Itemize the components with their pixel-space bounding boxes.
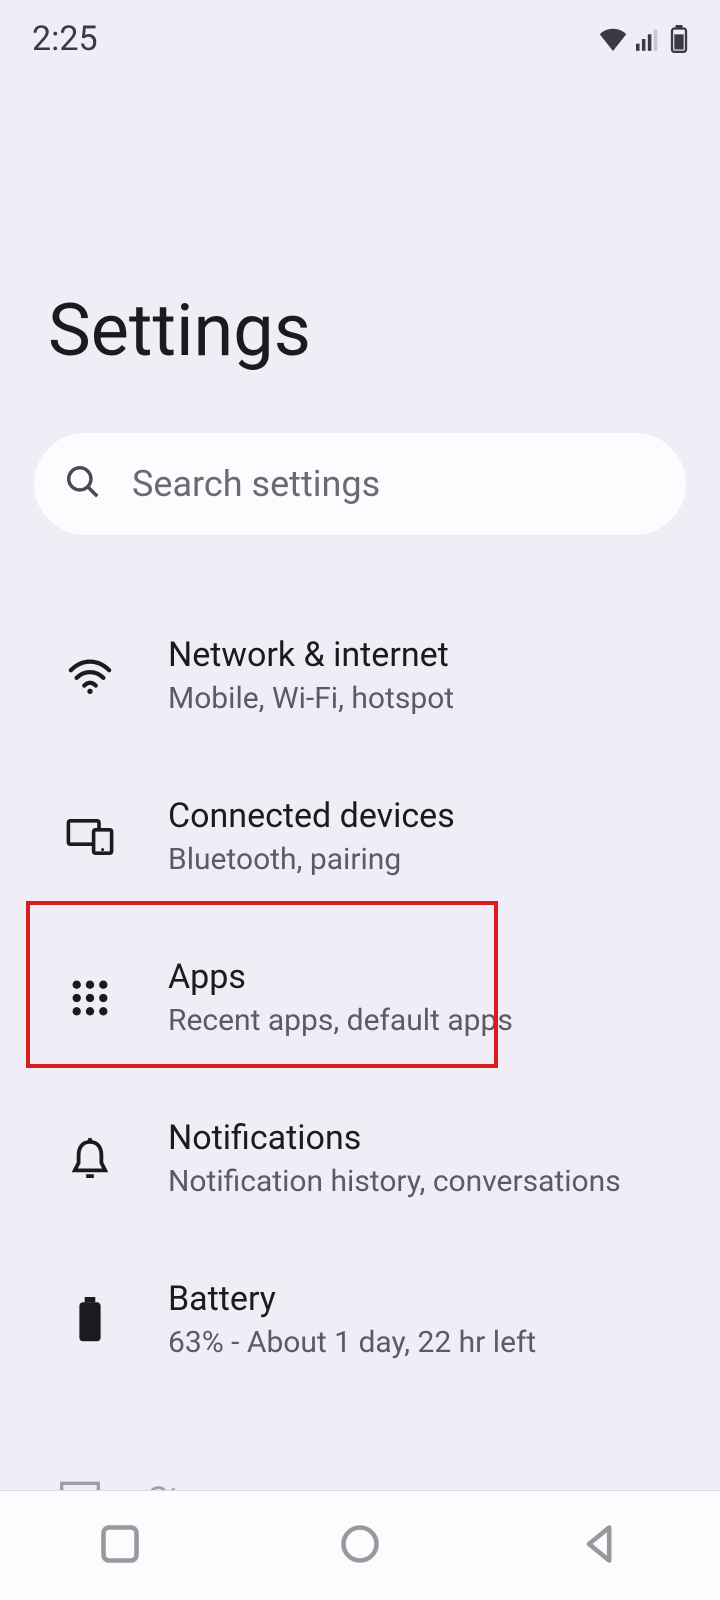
status-indicators [598,25,688,53]
wifi-icon [598,27,628,51]
item-title: Notifications [168,1118,684,1158]
search-settings[interactable]: Search settings [34,433,686,535]
home-button[interactable] [338,1522,382,1570]
recents-button[interactable] [98,1522,142,1570]
battery-icon [60,1297,120,1343]
item-subtitle: Mobile, Wi-Fi, hotspot [168,681,684,716]
settings-item-connected-devices[interactable]: Connected devices Bluetooth, pairing [0,756,720,917]
navigation-bar [0,1490,720,1600]
back-button[interactable] [578,1522,622,1570]
status-bar: 2:25 [0,0,720,78]
status-time: 2:25 [32,19,98,59]
signal-icon [636,27,662,51]
settings-item-network[interactable]: Network & internet Mobile, Wi-Fi, hotspo… [0,595,720,756]
item-subtitle: 63% - About 1 day, 22 hr left [168,1325,684,1360]
item-title: Connected devices [168,796,684,836]
page-title: Settings [0,78,720,433]
settings-item-apps[interactable]: Apps Recent apps, default apps [0,917,720,1078]
item-subtitle: Recent apps, default apps [168,1003,684,1038]
search-icon [64,463,102,505]
battery-icon [670,25,688,53]
wifi-icon [60,658,120,694]
settings-item-notifications[interactable]: Notifications Notification history, conv… [0,1078,720,1239]
settings-item-battery[interactable]: Battery 63% - About 1 day, 22 hr left [0,1239,720,1400]
item-subtitle: Notification history, conversations [168,1164,684,1199]
search-placeholder: Search settings [132,463,380,505]
item-title: Network & internet [168,635,684,675]
item-subtitle: Bluetooth, pairing [168,842,684,877]
item-title: Apps [168,957,684,997]
bell-icon [60,1138,120,1180]
item-title: Battery [168,1279,684,1319]
apps-grid-icon [60,979,120,1017]
devices-icon [60,819,120,855]
